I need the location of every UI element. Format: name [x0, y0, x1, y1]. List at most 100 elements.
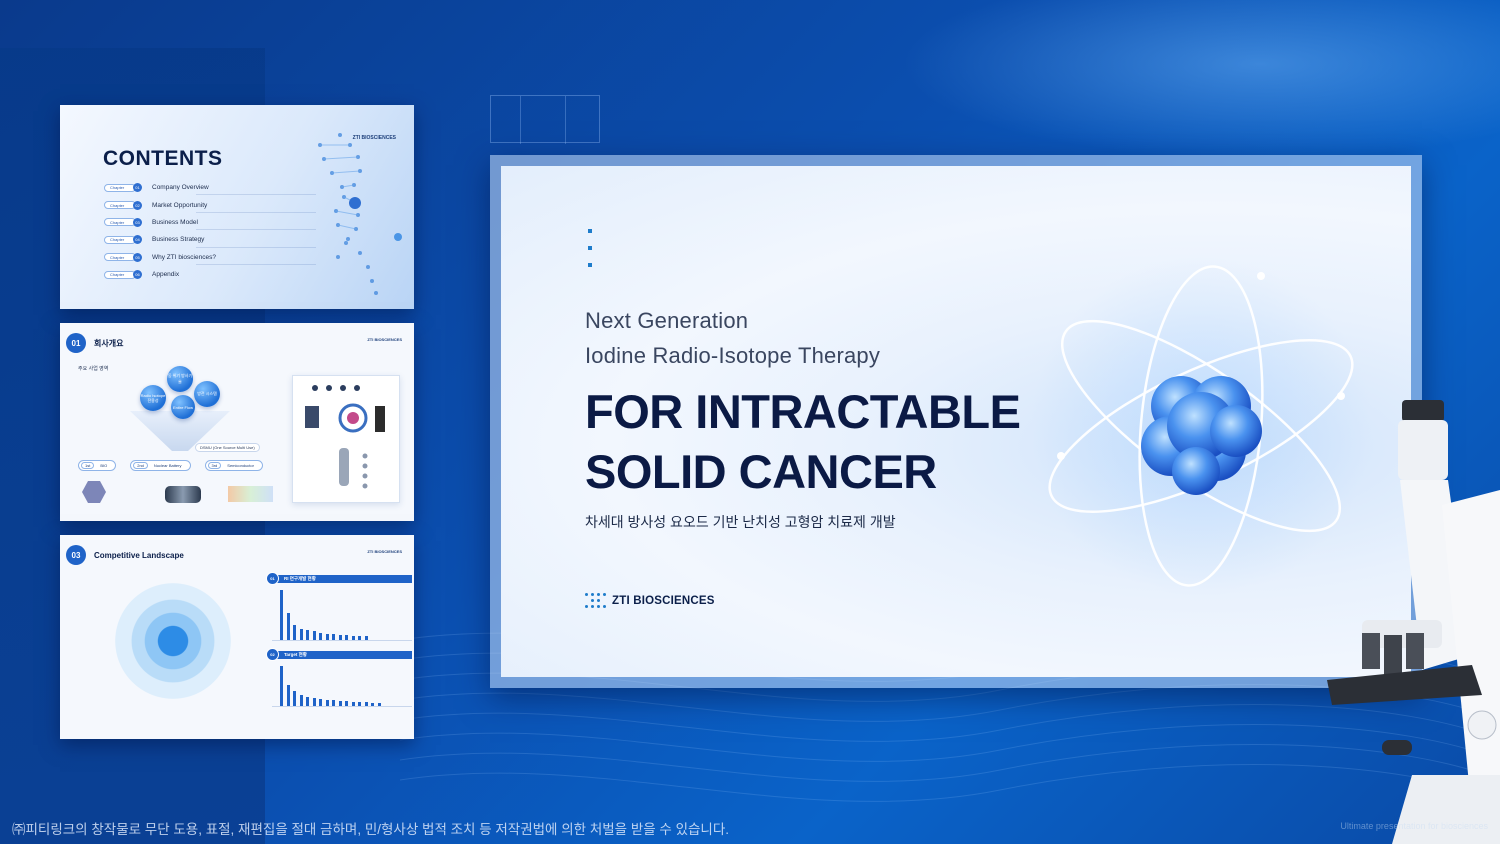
chapter-number: 05	[133, 252, 142, 262]
copyright-notice: ㈜피티링크의 창작물로 무단 도용, 표절, 재편집을 절대 금하며, 민/형사…	[12, 822, 730, 837]
dna-helix-image	[318, 133, 402, 295]
chart-bar	[338, 700, 342, 706]
slide-header: 01 회사개요	[66, 333, 123, 353]
zti-logo-icon	[585, 591, 607, 611]
chart-bar	[364, 636, 368, 640]
chapter-number: 02	[133, 200, 142, 210]
decorative-dots	[588, 229, 592, 280]
landscape-donut-chart	[115, 583, 231, 699]
subtitle-line-2: Iodine Radio-Isotope Therapy	[585, 343, 881, 368]
chapter-pill: Chapter	[104, 235, 136, 244]
main-title-line-1: FOR INTRACTABLE	[585, 385, 1021, 438]
chapter-label: Business Strategy	[152, 236, 205, 244]
list-item: Chapter 04 Business Strategy	[104, 231, 316, 248]
device-panel-image	[292, 375, 400, 503]
thumbnail-contents-slide[interactable]: CONTENTS ZTI BIOSCIENCES Chapter 01 Comp…	[60, 105, 414, 309]
logo-text: ZTI BIOSCIENCES	[612, 595, 715, 607]
chart-bar	[371, 702, 374, 706]
chapter-label: Market Opportunity	[152, 201, 208, 209]
business-tag: 1st BIO	[78, 460, 117, 471]
chapter-number: 01	[133, 183, 142, 193]
watermark-text: Ultimate presentation for biosciences	[1340, 821, 1488, 831]
chart-bar	[299, 628, 303, 640]
chart-bar	[306, 696, 309, 706]
business-bubble: Radio Isotope 전용성	[140, 385, 166, 411]
chart-bar	[377, 702, 381, 706]
chapter-pill: Chapter	[104, 218, 136, 227]
korean-subtitle: 차세대 방사성 요오드 기반 난치성 고형암 치료제 개발	[585, 514, 896, 530]
chapter-number: 04	[133, 235, 142, 245]
chapter-number: 06	[133, 270, 142, 280]
chapter-label: Business Model	[152, 218, 198, 226]
chart-bar	[345, 700, 348, 706]
dsmu-label: DSMU (One Source Multi Use)	[195, 443, 260, 452]
chart-bar	[319, 632, 322, 640]
chart-bar	[351, 701, 355, 706]
chapter-pill: Chapter	[104, 270, 136, 279]
slide-subheading: 주요 사업 영역	[78, 366, 109, 372]
business-bubble: 방전 시스템	[194, 381, 220, 407]
section-badge: 03	[66, 545, 86, 565]
thumb-brand-logo: ZTI BIOSCIENCES	[352, 135, 396, 141]
chart-bar	[345, 635, 348, 640]
thumbnail-competitive-landscape-slide[interactable]: 03 Competitive Landscape ZTI BIOSCIENCES…	[60, 535, 414, 739]
chart-bar	[325, 633, 329, 640]
target-bar-chart	[272, 662, 412, 707]
chapter-pill: Chapter	[104, 183, 136, 192]
chart-bar	[280, 590, 283, 640]
list-item: Chapter 05 Why ZTI biosciences?	[104, 249, 316, 266]
chapter-number: 03	[133, 217, 142, 227]
microscope-image	[1327, 400, 1500, 844]
chart-bar	[286, 684, 290, 706]
company-logo: ZTI BIOSCIENCES	[585, 591, 715, 611]
section-label: RI 연구개발 현황	[284, 576, 316, 581]
chapter-label: Appendix	[152, 271, 180, 279]
chart-bar	[280, 666, 283, 706]
chart-bar	[306, 630, 309, 640]
chart-bar	[293, 625, 296, 640]
battery-image	[165, 486, 201, 503]
business-tag: 3rd Semiconductor	[204, 460, 263, 471]
chart-bar	[364, 701, 368, 706]
chapter-label: Company Overview	[152, 184, 209, 192]
chart-bar	[325, 699, 329, 706]
thumb-brand-logo: ZTI BIOSCIENCES	[367, 337, 402, 342]
contents-title: CONTENTS	[103, 147, 223, 170]
chart-bar	[358, 636, 361, 640]
chapter-pill: Chapter	[104, 201, 136, 210]
business-bubble: 동 위기 방사기술	[167, 366, 193, 392]
section-label: Target 현황	[284, 652, 307, 657]
chart-bar	[286, 612, 290, 640]
thumbnail-company-overview-slide[interactable]: 01 회사개요 ZTI BIOSCIENCES 주요 사업 영역 Radio I…	[60, 323, 414, 521]
chart-bar	[299, 695, 303, 706]
chapter-label: Why ZTI biosciences?	[152, 253, 216, 261]
chart-bar	[358, 701, 361, 706]
section-bar-ri: 01 RI 연구개발 현황	[266, 572, 412, 585]
thumb-brand-logo: ZTI BIOSCIENCES	[367, 549, 402, 554]
chart-bar	[338, 635, 342, 640]
section-bar-target: 02 Target 현황	[266, 648, 412, 661]
slide-heading: Competitive Landscape	[94, 550, 184, 560]
list-item: Chapter 03 Business Model	[104, 214, 316, 231]
chart-bar	[332, 699, 335, 706]
chart-bar	[312, 631, 316, 640]
decorative-frame	[490, 95, 600, 144]
slide-header: 03 Competitive Landscape	[66, 545, 184, 565]
ri-bar-chart	[272, 586, 412, 641]
main-slide[interactable]: Next Generation Iodine Radio-Isotope The…	[501, 166, 1411, 677]
section-badge: 01	[66, 333, 86, 353]
list-item: Chapter 02 Market Opportunity	[104, 196, 316, 213]
molecule-image	[82, 481, 106, 503]
business-tag: 2nd Nuclear Battery	[130, 460, 191, 471]
main-title-line-2: SOLID CANCER	[585, 445, 937, 498]
semiconductor-image	[228, 486, 273, 502]
chart-bar	[312, 697, 316, 706]
chart-bar	[351, 636, 355, 640]
chart-bar	[319, 698, 322, 706]
chapter-pill: Chapter	[104, 253, 136, 262]
background-petri-dish-glow	[900, 0, 1500, 160]
chart-bar	[293, 691, 296, 706]
chart-bar	[332, 633, 335, 640]
business-tags: 1st BIO 2nd Nuclear Battery 3rd Semiconduct…	[78, 460, 263, 471]
list-item: Chapter 01 Company Overview	[104, 179, 316, 196]
